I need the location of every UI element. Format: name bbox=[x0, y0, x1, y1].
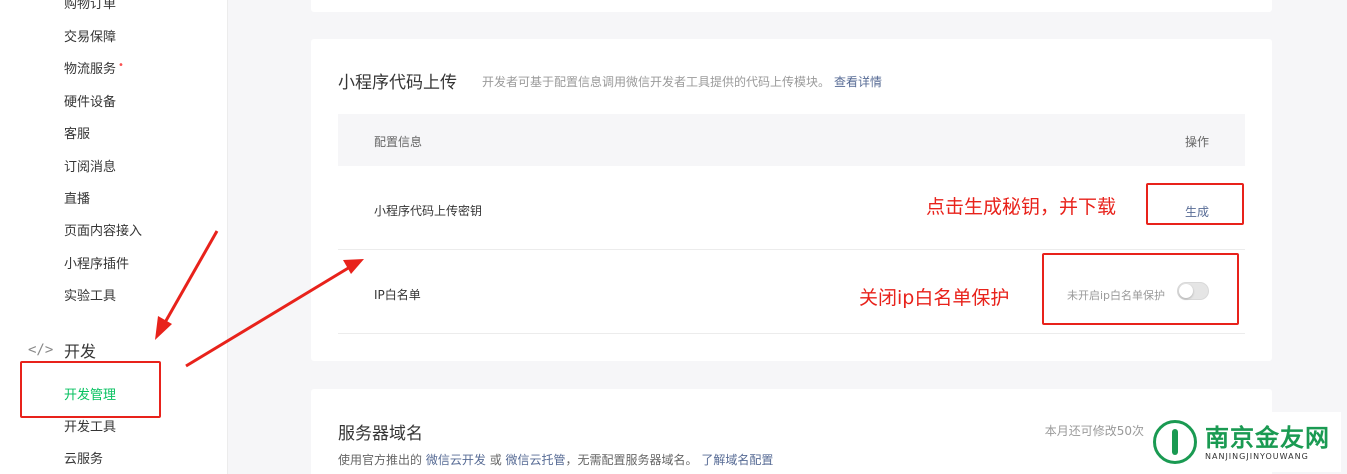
sidebar-item-label: 页面内容接入 bbox=[64, 224, 143, 239]
sidebar-item-trade-protection[interactable]: 交易保障 bbox=[64, 26, 116, 45]
highlight-box-ip-toggle bbox=[1042, 253, 1239, 325]
cloud-host-link[interactable]: 微信云托管 bbox=[506, 453, 566, 467]
sidebar-item-page-content[interactable]: 页面内容接入 bbox=[64, 220, 142, 239]
sidebar-item-hardware[interactable]: 硬件设备 bbox=[64, 91, 116, 110]
watermark-text: 南京金友网 NANJINGJINYOUWANG bbox=[1205, 422, 1330, 461]
sidebar-item-customer-service[interactable]: 客服 bbox=[64, 123, 90, 142]
card-title: 小程序代码上传 bbox=[338, 73, 457, 93]
notification-dot: • bbox=[118, 60, 124, 71]
watermark: 南京金友网 NANJINGJINYOUWANG bbox=[1145, 412, 1341, 472]
sidebar-item-label: 开发工具 bbox=[64, 420, 117, 435]
previous-card bbox=[311, 0, 1272, 12]
highlight-box-dev-management bbox=[20, 361, 161, 418]
sidebar-item-label: 物流服务 bbox=[64, 62, 117, 77]
sidebar-section-label: 开发 bbox=[64, 342, 97, 361]
server-description: 使用官方推出的 微信云开发 或 微信云托管，无需配置服务器域名。 了解域名配置 bbox=[338, 451, 773, 468]
sidebar-item-cloud-service[interactable]: 云服务 bbox=[64, 448, 103, 467]
desc-text: 或 bbox=[489, 453, 502, 467]
sidebar-item-label: 云服务 bbox=[64, 452, 104, 467]
card-title: 服务器域名 bbox=[338, 424, 423, 444]
sidebar-item-live[interactable]: 直播 bbox=[64, 188, 90, 207]
detail-link[interactable]: 查看详情 bbox=[834, 75, 882, 89]
sidebar-item-label: 订阅消息 bbox=[64, 160, 117, 175]
sidebar-item-label: 实验工具 bbox=[64, 289, 117, 304]
annotation-generate-note: 点击生成秘钥，并下载 bbox=[926, 196, 1117, 218]
sidebar-section-dev[interactable]: </> 开发 bbox=[28, 338, 96, 362]
desc-text: 使用官方推出的 bbox=[338, 453, 423, 467]
sidebar-item-label: 硬件设备 bbox=[64, 95, 117, 110]
card-description: 开发者可基于配置信息调用微信开发者工具提供的代码上传模块。 查看详情 bbox=[482, 73, 882, 90]
learn-domain-link[interactable]: 了解域名配置 bbox=[701, 453, 773, 467]
description-text: 开发者可基于配置信息调用微信开发者工具提供的代码上传模块。 bbox=[482, 75, 831, 89]
row-label: 小程序代码上传密钥 bbox=[374, 204, 483, 218]
sidebar-item-subscription[interactable]: 订阅消息 bbox=[64, 156, 116, 175]
watermark-en: NANJINGJINYOUWANG bbox=[1205, 451, 1309, 461]
watermark-cn: 南京金友网 bbox=[1205, 422, 1330, 452]
highlight-box-generate bbox=[1146, 183, 1244, 225]
row-label: IP白名单 bbox=[374, 288, 421, 302]
column-header-config: 配置信息 bbox=[374, 135, 423, 149]
desc-text: ，无需配置服务器域名。 bbox=[565, 453, 698, 467]
sidebar-item-logistics[interactable]: 物流服务 • bbox=[64, 58, 124, 77]
sidebar-item-label: 交易保障 bbox=[64, 30, 117, 45]
sidebar-item-label: 客服 bbox=[64, 127, 91, 142]
code-icon: </> bbox=[28, 342, 54, 358]
table-header: 配置信息 操作 bbox=[338, 114, 1245, 166]
annotation-ip-note: 关闭ip白名单保护 bbox=[859, 287, 1010, 309]
sidebar-item-label: 小程序插件 bbox=[64, 257, 130, 272]
site-logo-icon bbox=[1153, 420, 1197, 464]
cloud-dev-link[interactable]: 微信云开发 bbox=[426, 453, 486, 467]
sidebar-item-lab-tools[interactable]: 实验工具 bbox=[64, 285, 116, 304]
sidebar-item-orders[interactable]: 购物订单 bbox=[64, 0, 116, 12]
column-header-action: 操作 bbox=[1184, 135, 1209, 149]
sidebar-item-label: 直播 bbox=[64, 192, 91, 207]
server-domain-card: 服务器域名 本月还可修改50次 使用官方推出的 微信云开发 或 微信云托管，无需… bbox=[311, 389, 1272, 474]
modify-quota: 本月还可修改50次 bbox=[1044, 424, 1144, 438]
sidebar-item-label: 购物订单 bbox=[64, 0, 117, 12]
sidebar-item-dev-tools[interactable]: 开发工具 bbox=[64, 416, 116, 435]
sidebar-item-plugins[interactable]: 小程序插件 bbox=[64, 253, 129, 272]
